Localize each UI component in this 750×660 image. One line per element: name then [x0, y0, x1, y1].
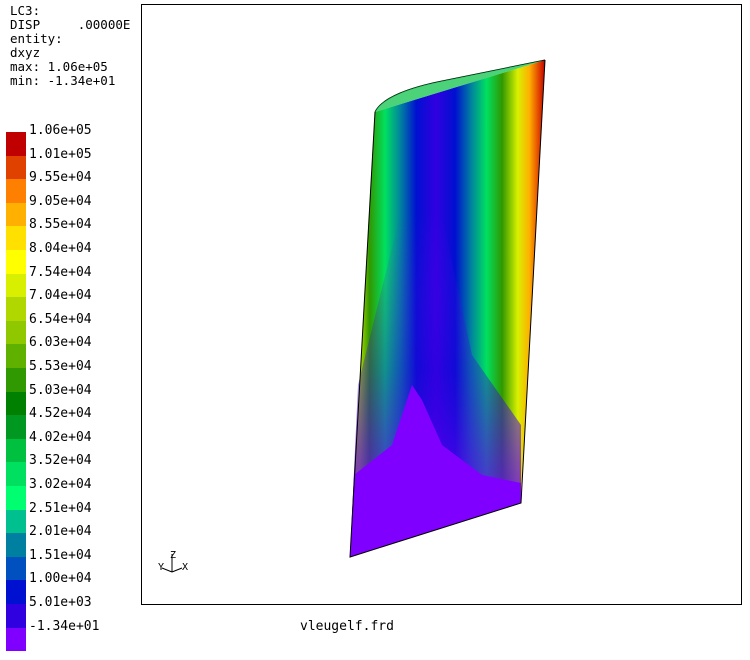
legend-swatch — [6, 226, 26, 250]
legend-swatch — [6, 462, 26, 486]
legend-label: 5.53e+04 — [29, 359, 92, 374]
svg-text:Y: Y — [158, 562, 164, 573]
legend-swatch — [6, 415, 26, 439]
legend-swatch — [6, 132, 26, 156]
legend-swatch — [6, 202, 26, 227]
legend-label: 4.52e+04 — [29, 406, 92, 422]
legend-label: 1.51e+04 — [29, 547, 92, 563]
legend-swatch — [6, 509, 26, 534]
legend-label: 9.55e+04 — [29, 170, 92, 186]
axis-triad: Z Y X — [158, 550, 198, 583]
legend-swatch — [6, 320, 26, 345]
max-value: max: 1.06e+05 — [10, 59, 108, 74]
svg-text:Z: Z — [170, 550, 176, 561]
legend-swatch — [6, 486, 26, 510]
component-label: dxyz — [10, 45, 41, 60]
filename-label: vleugelf.frd — [300, 619, 394, 634]
legend-label: 1.01e+05 — [29, 146, 92, 162]
legend-label: 6.03e+04 — [29, 335, 92, 351]
legend-label: 2.01e+04 — [29, 524, 92, 540]
legend-swatch — [6, 391, 26, 416]
model-viewport[interactable] — [141, 4, 742, 605]
dataset-label: DISP .00000E — [10, 17, 131, 32]
legend-swatch — [6, 344, 26, 368]
legend-label: 6.54e+04 — [29, 311, 92, 327]
min-value: min: -1.34e+01 — [10, 73, 116, 88]
legend-entry: -1.34e+01 — [6, 619, 136, 652]
legend-label: 8.04e+04 — [29, 241, 92, 256]
legend-swatch — [6, 604, 26, 628]
legend-label: 2.51e+04 — [29, 500, 92, 516]
legend-label: -1.34e+01 — [29, 618, 100, 634]
legend-label: 5.01e+03 — [29, 595, 92, 610]
entity-label: entity: — [10, 31, 63, 46]
legend-swatch — [6, 155, 26, 180]
legend-swatch — [6, 580, 26, 604]
wing-contour-plot — [349, 59, 546, 558]
legend-swatch — [6, 250, 26, 274]
loadcase-label: LC3: — [10, 3, 41, 18]
legend-label: 9.05e+04 — [29, 193, 92, 209]
legend-swatch — [6, 297, 26, 321]
legend-swatch — [6, 368, 26, 392]
legend-swatch — [6, 273, 26, 298]
legend-label: 3.02e+04 — [29, 477, 92, 492]
legend-label: 1.06e+05 — [29, 123, 92, 138]
legend-label: 5.03e+04 — [29, 382, 92, 398]
axis-triad-icon: Z Y X — [158, 550, 188, 573]
legend-label: 4.02e+04 — [29, 429, 92, 445]
legend-swatch — [6, 179, 26, 203]
legend-swatch — [6, 438, 26, 463]
legend-swatch — [6, 627, 26, 652]
legend-swatch — [6, 533, 26, 557]
svg-text:X: X — [182, 562, 188, 573]
legend-label: 7.54e+04 — [29, 264, 92, 280]
legend-label: 1.00e+04 — [29, 571, 92, 587]
result-info-panel: LC3: DISP .00000E entity: dxyz max: 1.06… — [10, 4, 130, 88]
legend-label: 7.04e+04 — [29, 288, 92, 304]
legend-label: 8.55e+04 — [29, 217, 92, 233]
legend-label: 3.52e+04 — [29, 453, 92, 469]
legend-swatch — [6, 556, 26, 581]
